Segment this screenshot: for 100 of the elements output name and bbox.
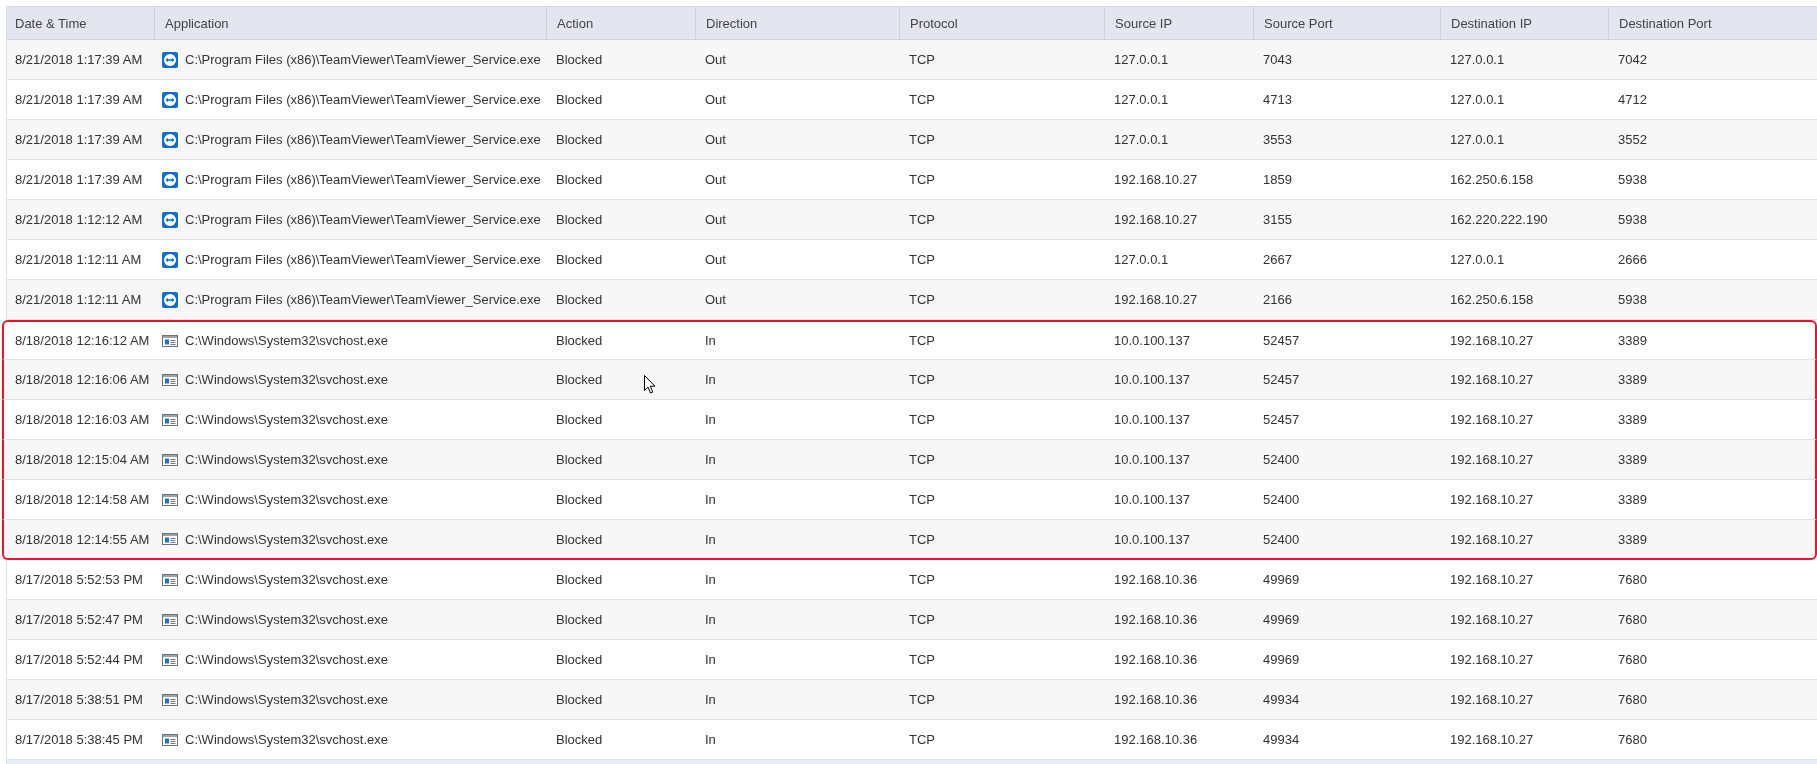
action-cell: Blocked xyxy=(556,452,603,467)
destination-ip-cell: 192.168.10.27 xyxy=(1450,652,1534,667)
source-ip-cell: 10.0.100.137 xyxy=(1114,452,1190,467)
source-ip-cell: 192.168.10.36 xyxy=(1114,612,1198,627)
application-path-cell: C:\Windows\System32\svchost.exe xyxy=(185,452,389,467)
source-ip-cell: 10.0.100.137 xyxy=(1114,531,1190,547)
direction-cell: In xyxy=(705,652,716,667)
destination-ip-cell: 192.168.10.27 xyxy=(1450,531,1534,547)
column-header[interactable]: Application xyxy=(154,7,546,39)
table-row[interactable]: 8/18/2018 12:14:55 AM C:\Windows\System32\svchost.exe Blocked In TCP 10.0.100.137 52400 192.168.10.27 3389 xyxy=(2,520,1817,560)
table-row[interactable]: 8/17/2018 5:38:51 PM C:\Windows\System32\svchost.exe Blocked In TCP 192.168.10.36 49934 192.168.10.27 7680 xyxy=(7,680,1817,720)
date-time-cell: 8/21/2018 1:17:39 AM xyxy=(15,52,143,67)
destination-ip-cell: 192.168.10.27 xyxy=(1450,692,1534,707)
double-arrow-circle-icon xyxy=(162,131,178,148)
source-ip-cell: 192.168.10.36 xyxy=(1114,572,1198,587)
destination-port-cell: 7680 xyxy=(1618,572,1647,587)
window-icon xyxy=(162,411,178,428)
column-header[interactable]: Action xyxy=(546,7,695,39)
destination-port-cell: 4712 xyxy=(1618,92,1647,107)
protocol-cell: TCP xyxy=(909,252,935,267)
mouse-pointer-icon xyxy=(644,375,656,394)
action-cell: Blocked xyxy=(556,692,603,707)
protocol-cell: TCP xyxy=(909,132,935,147)
column-header[interactable]: Destination Port xyxy=(1608,7,1816,39)
column-header[interactable]: Direction xyxy=(695,7,899,39)
application-path-cell: C:\Windows\System32\svchost.exe xyxy=(185,531,389,547)
source-port-cell: 52457 xyxy=(1263,372,1300,387)
action-cell: Blocked xyxy=(556,492,603,507)
direction-cell: In xyxy=(705,452,716,467)
table-row[interactable]: 8/18/2018 12:14:58 AM C:\Windows\System32\svchost.exe Blocked In TCP 10.0.100.137 52400 192.168.10.27 3389 xyxy=(2,480,1817,520)
destination-ip-cell: 162.250.6.158 xyxy=(1450,292,1534,307)
direction-cell: In xyxy=(705,531,716,547)
protocol-cell: TCP xyxy=(909,572,935,587)
source-ip-cell: 10.0.100.137 xyxy=(1114,333,1190,348)
action-cell: Blocked xyxy=(556,252,603,267)
source-ip-cell: 192.168.10.27 xyxy=(1114,172,1198,187)
destination-port-cell: 5938 xyxy=(1618,292,1647,307)
source-port-cell: 4713 xyxy=(1263,92,1292,107)
source-port-cell: 3553 xyxy=(1263,132,1292,147)
protocol-cell: TCP xyxy=(909,172,935,187)
application-path-cell: C:\Program Files (x86)\TeamViewer\TeamViewer_Service.exe xyxy=(185,92,541,107)
direction-cell: Out xyxy=(705,252,726,267)
table-row[interactable]: 8/21/2018 1:12:12 AM C:\Program Files (x86)\TeamViewer\TeamViewer_Service.exe Blocked Out TCP 192.168.10.27 3155 162.220.222.190 5938 xyxy=(7,200,1817,240)
date-time-cell: 8/17/2018 5:52:44 PM xyxy=(15,652,143,667)
direction-cell: Out xyxy=(705,172,726,187)
date-time-cell: 8/18/2018 12:16:03 AM xyxy=(15,412,150,427)
application-path-cell: C:\Program Files (x86)\TeamViewer\TeamViewer_Service.exe xyxy=(185,292,541,307)
table-row[interactable]: 8/18/2018 12:16:06 AM C:\Windows\System32\svchost.exe Blocked In TCP 10.0.100.137 52457 192.168.10.27 3389 xyxy=(2,360,1817,400)
date-time-cell: 8/21/2018 1:17:39 AM xyxy=(15,172,143,187)
destination-ip-cell: 162.250.6.158 xyxy=(1450,172,1534,187)
column-header[interactable]: Source Port xyxy=(1253,7,1440,39)
column-header[interactable]: Destination IP xyxy=(1440,7,1608,39)
column-header[interactable]: Source IP xyxy=(1104,7,1253,39)
application-path-cell: C:\Windows\System32\svchost.exe xyxy=(185,333,389,348)
window-icon xyxy=(162,571,178,588)
window-icon xyxy=(162,611,178,628)
table-row[interactable]: 8/21/2018 1:17:39 AM C:\Program Files (x86)\TeamViewer\TeamViewer_Service.exe Blocked Out TCP 127.0.0.1 3553 127.0.0.1 3552 xyxy=(7,120,1817,160)
destination-port-cell: 3389 xyxy=(1618,333,1647,348)
protocol-cell: TCP xyxy=(909,492,935,507)
source-port-cell: 1859 xyxy=(1263,172,1292,187)
source-port-cell: 49934 xyxy=(1263,692,1300,707)
column-header[interactable]: Protocol xyxy=(899,7,1104,39)
source-port-cell: 52457 xyxy=(1263,333,1300,348)
application-path-cell: C:\Windows\System32\svchost.exe xyxy=(185,692,389,707)
source-port-cell: 52400 xyxy=(1263,452,1300,467)
destination-ip-cell: 127.0.0.1 xyxy=(1450,52,1505,67)
table-row[interactable]: 8/18/2018 12:16:03 AM C:\Windows\System32\svchost.exe Blocked In TCP 10.0.100.137 52457 192.168.10.27 3389 xyxy=(2,400,1817,440)
column-header[interactable]: Date & Time xyxy=(7,7,154,39)
destination-ip-cell: 192.168.10.27 xyxy=(1450,452,1534,467)
destination-ip-cell: 127.0.0.1 xyxy=(1450,132,1505,147)
date-time-cell: 8/21/2018 1:12:11 AM xyxy=(15,252,142,267)
action-cell: Blocked xyxy=(556,372,603,387)
table-row[interactable]: 8/18/2018 12:16:12 AM C:\Windows\System32\svchost.exe Blocked In TCP 10.0.100.137 52457 192.168.10.27 3389 xyxy=(2,320,1817,360)
date-time-cell: 8/18/2018 12:15:04 AM xyxy=(15,452,150,467)
application-path-cell: C:\Windows\System32\svchost.exe xyxy=(185,572,389,587)
direction-cell: Out xyxy=(705,132,726,147)
date-time-cell: 8/21/2018 1:12:12 AM xyxy=(15,212,143,227)
double-arrow-circle-icon xyxy=(162,91,178,108)
table-row[interactable]: 8/18/2018 12:15:04 AM C:\Windows\System32\svchost.exe Blocked In TCP 10.0.100.137 52400 192.168.10.27 3389 xyxy=(2,440,1817,480)
destination-port-cell: 7680 xyxy=(1618,652,1647,667)
destination-port-cell: 5938 xyxy=(1618,172,1647,187)
destination-port-cell: 7042 xyxy=(1618,52,1647,67)
destination-port-cell: 7680 xyxy=(1618,612,1647,627)
source-port-cell: 49934 xyxy=(1263,732,1300,747)
source-port-cell: 52400 xyxy=(1263,492,1300,507)
source-ip-cell: 127.0.0.1 xyxy=(1114,252,1169,267)
table-row[interactable]: 8/17/2018 5:52:47 PM C:\Windows\System32\svchost.exe Blocked In TCP 192.168.10.36 49969 192.168.10.27 7680 xyxy=(7,600,1817,640)
destination-ip-cell: 192.168.10.27 xyxy=(1450,372,1534,387)
action-cell: Blocked xyxy=(556,652,603,667)
destination-port-cell: 7680 xyxy=(1618,732,1647,747)
window-icon xyxy=(162,651,178,668)
table-row[interactable]: 8/21/2018 1:17:39 AM C:\Program Files (x86)\TeamViewer\TeamViewer_Service.exe Blocked Out TCP 127.0.0.1 7043 127.0.0.1 7042 xyxy=(7,40,1817,80)
application-path-cell: C:\Windows\System32\svchost.exe xyxy=(185,412,389,427)
source-port-cell: 3155 xyxy=(1263,212,1292,227)
table-row[interactable]: 8/21/2018 1:12:11 AM C:\Program Files (x86)\TeamViewer\TeamViewer_Service.exe Blocked Out TCP 192.168.10.27 2166 162.250.6.158 5938 xyxy=(7,280,1817,320)
window-icon xyxy=(162,371,178,388)
date-time-cell: 8/21/2018 1:17:39 AM xyxy=(15,92,143,107)
direction-cell: In xyxy=(705,732,716,747)
protocol-cell: TCP xyxy=(909,652,935,667)
source-port-cell: 52457 xyxy=(1263,412,1300,427)
